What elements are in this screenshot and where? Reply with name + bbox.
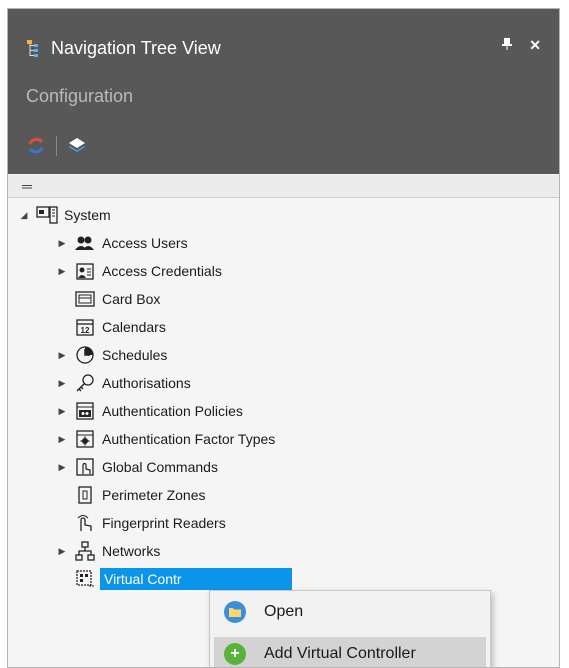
expand-arrow-icon[interactable]: ▶ bbox=[56, 237, 68, 249]
expand-arrow-icon[interactable]: ▶ bbox=[56, 405, 68, 417]
tree-node-label: Fingerprint Readers bbox=[102, 515, 226, 531]
tree-node-label: System bbox=[64, 207, 111, 223]
expand-arrow-icon[interactable]: ▶ bbox=[56, 377, 68, 389]
tree-node-perimeter-zones[interactable]: Perimeter Zones bbox=[74, 481, 205, 509]
window-buttons: ✕ bbox=[501, 37, 541, 54]
users-icon bbox=[74, 232, 96, 254]
menu-item-open[interactable]: Open bbox=[214, 595, 486, 629]
tree-node-access-credentials[interactable]: ▶ Access Credentials bbox=[56, 257, 222, 285]
add-icon: + bbox=[224, 643, 246, 665]
navigation-tree-panel: Navigation Tree View ✕ Configuration ═ ◢… bbox=[7, 8, 560, 668]
title-row: Navigation Tree View bbox=[26, 35, 221, 61]
tree-node-fingerprint-readers[interactable]: Fingerprint Readers bbox=[74, 509, 226, 537]
menu-item-label: Open bbox=[264, 603, 304, 620]
tree-node-label: Schedules bbox=[102, 347, 168, 363]
pin-icon[interactable] bbox=[501, 37, 513, 54]
close-icon[interactable]: ✕ bbox=[529, 37, 541, 54]
tree-view-icon bbox=[26, 39, 48, 57]
tree-node-authentication-policies[interactable]: ▶ Authentication Policies bbox=[56, 397, 243, 425]
tree-node-label: Card Box bbox=[102, 291, 161, 307]
calendar-icon: 12 bbox=[74, 316, 96, 338]
collapse-arrow-icon[interactable]: ◢ bbox=[18, 209, 30, 221]
tree-node-label: Authentication Factor Types bbox=[102, 431, 276, 447]
menu-item-add-virtual-controller[interactable]: + Add Virtual Controller bbox=[214, 637, 486, 667]
panel-header: Navigation Tree View ✕ Configuration bbox=[8, 9, 559, 174]
policy-icon bbox=[74, 400, 96, 422]
expand-arrow-icon[interactable]: ▶ bbox=[56, 349, 68, 361]
tree-node-label: Global Commands bbox=[102, 459, 218, 475]
panel-toolbar bbox=[26, 134, 87, 158]
tree-node-global-commands[interactable]: ▶ Global Commands bbox=[56, 453, 218, 481]
tree-node-access-users[interactable]: ▶ Access Users bbox=[56, 229, 188, 257]
panel-subtitle: Configuration bbox=[26, 86, 134, 106]
tree-node-system[interactable]: ◢ System bbox=[18, 201, 111, 229]
tree-node-label: Access Credentials bbox=[102, 263, 222, 279]
tree-node-authorisations[interactable]: ▶ Authorisations bbox=[56, 369, 191, 397]
controller-icon bbox=[74, 568, 96, 590]
expand-arrow-icon[interactable]: ▶ bbox=[56, 461, 68, 473]
panel-title: Navigation Tree View bbox=[51, 37, 221, 58]
tree-node-schedules[interactable]: ▶ Schedules bbox=[56, 341, 167, 369]
svg-text:12: 12 bbox=[81, 326, 90, 335]
factor-icon bbox=[74, 428, 96, 450]
tree-node-label: Authentication Policies bbox=[102, 403, 243, 419]
fingerprint-icon bbox=[74, 512, 96, 534]
expand-arrow-icon[interactable]: ▶ bbox=[56, 433, 68, 445]
tree-node-label: Perimeter Zones bbox=[102, 487, 206, 503]
layers-icon[interactable] bbox=[67, 136, 87, 156]
expand-arrow-icon[interactable]: ▶ bbox=[56, 545, 68, 557]
tree-node-label: Networks bbox=[102, 543, 161, 559]
tree-node-label: Authorisations bbox=[102, 375, 191, 391]
system-icon bbox=[36, 204, 58, 226]
open-icon bbox=[224, 601, 246, 623]
context-menu: Open + Add Virtual Controller bbox=[209, 590, 491, 667]
tree-node-authentication-factor-types[interactable]: ▶ Authentication Factor Types bbox=[56, 425, 275, 453]
tree-node-label: Calendars bbox=[102, 319, 166, 335]
network-icon bbox=[74, 540, 96, 562]
clock-icon bbox=[74, 344, 96, 366]
command-icon bbox=[74, 456, 96, 478]
zone-icon bbox=[74, 484, 96, 506]
card-box-icon bbox=[74, 288, 96, 310]
tree-node-calendars[interactable]: 12 Calendars bbox=[74, 313, 166, 341]
toolbar-divider bbox=[56, 136, 57, 156]
expand-arrow-icon[interactable]: ▶ bbox=[56, 265, 68, 277]
tree-node-label-selected: Virtual Contr bbox=[100, 568, 292, 590]
tree-node-label: Access Users bbox=[102, 235, 188, 251]
tree-node-networks[interactable]: ▶ Networks bbox=[56, 537, 160, 565]
credentials-icon bbox=[74, 260, 96, 282]
refresh-icon[interactable] bbox=[26, 136, 46, 156]
tree-node-card-box[interactable]: Card Box bbox=[74, 285, 160, 313]
filter-bar[interactable]: ═ bbox=[8, 175, 559, 198]
key-icon bbox=[74, 372, 96, 394]
menu-item-label: Add Virtual Controller bbox=[264, 645, 416, 662]
filter-icon: ═ bbox=[22, 178, 32, 194]
tree-node-virtual-controllers[interactable]: Virtual Contr bbox=[74, 565, 292, 593]
